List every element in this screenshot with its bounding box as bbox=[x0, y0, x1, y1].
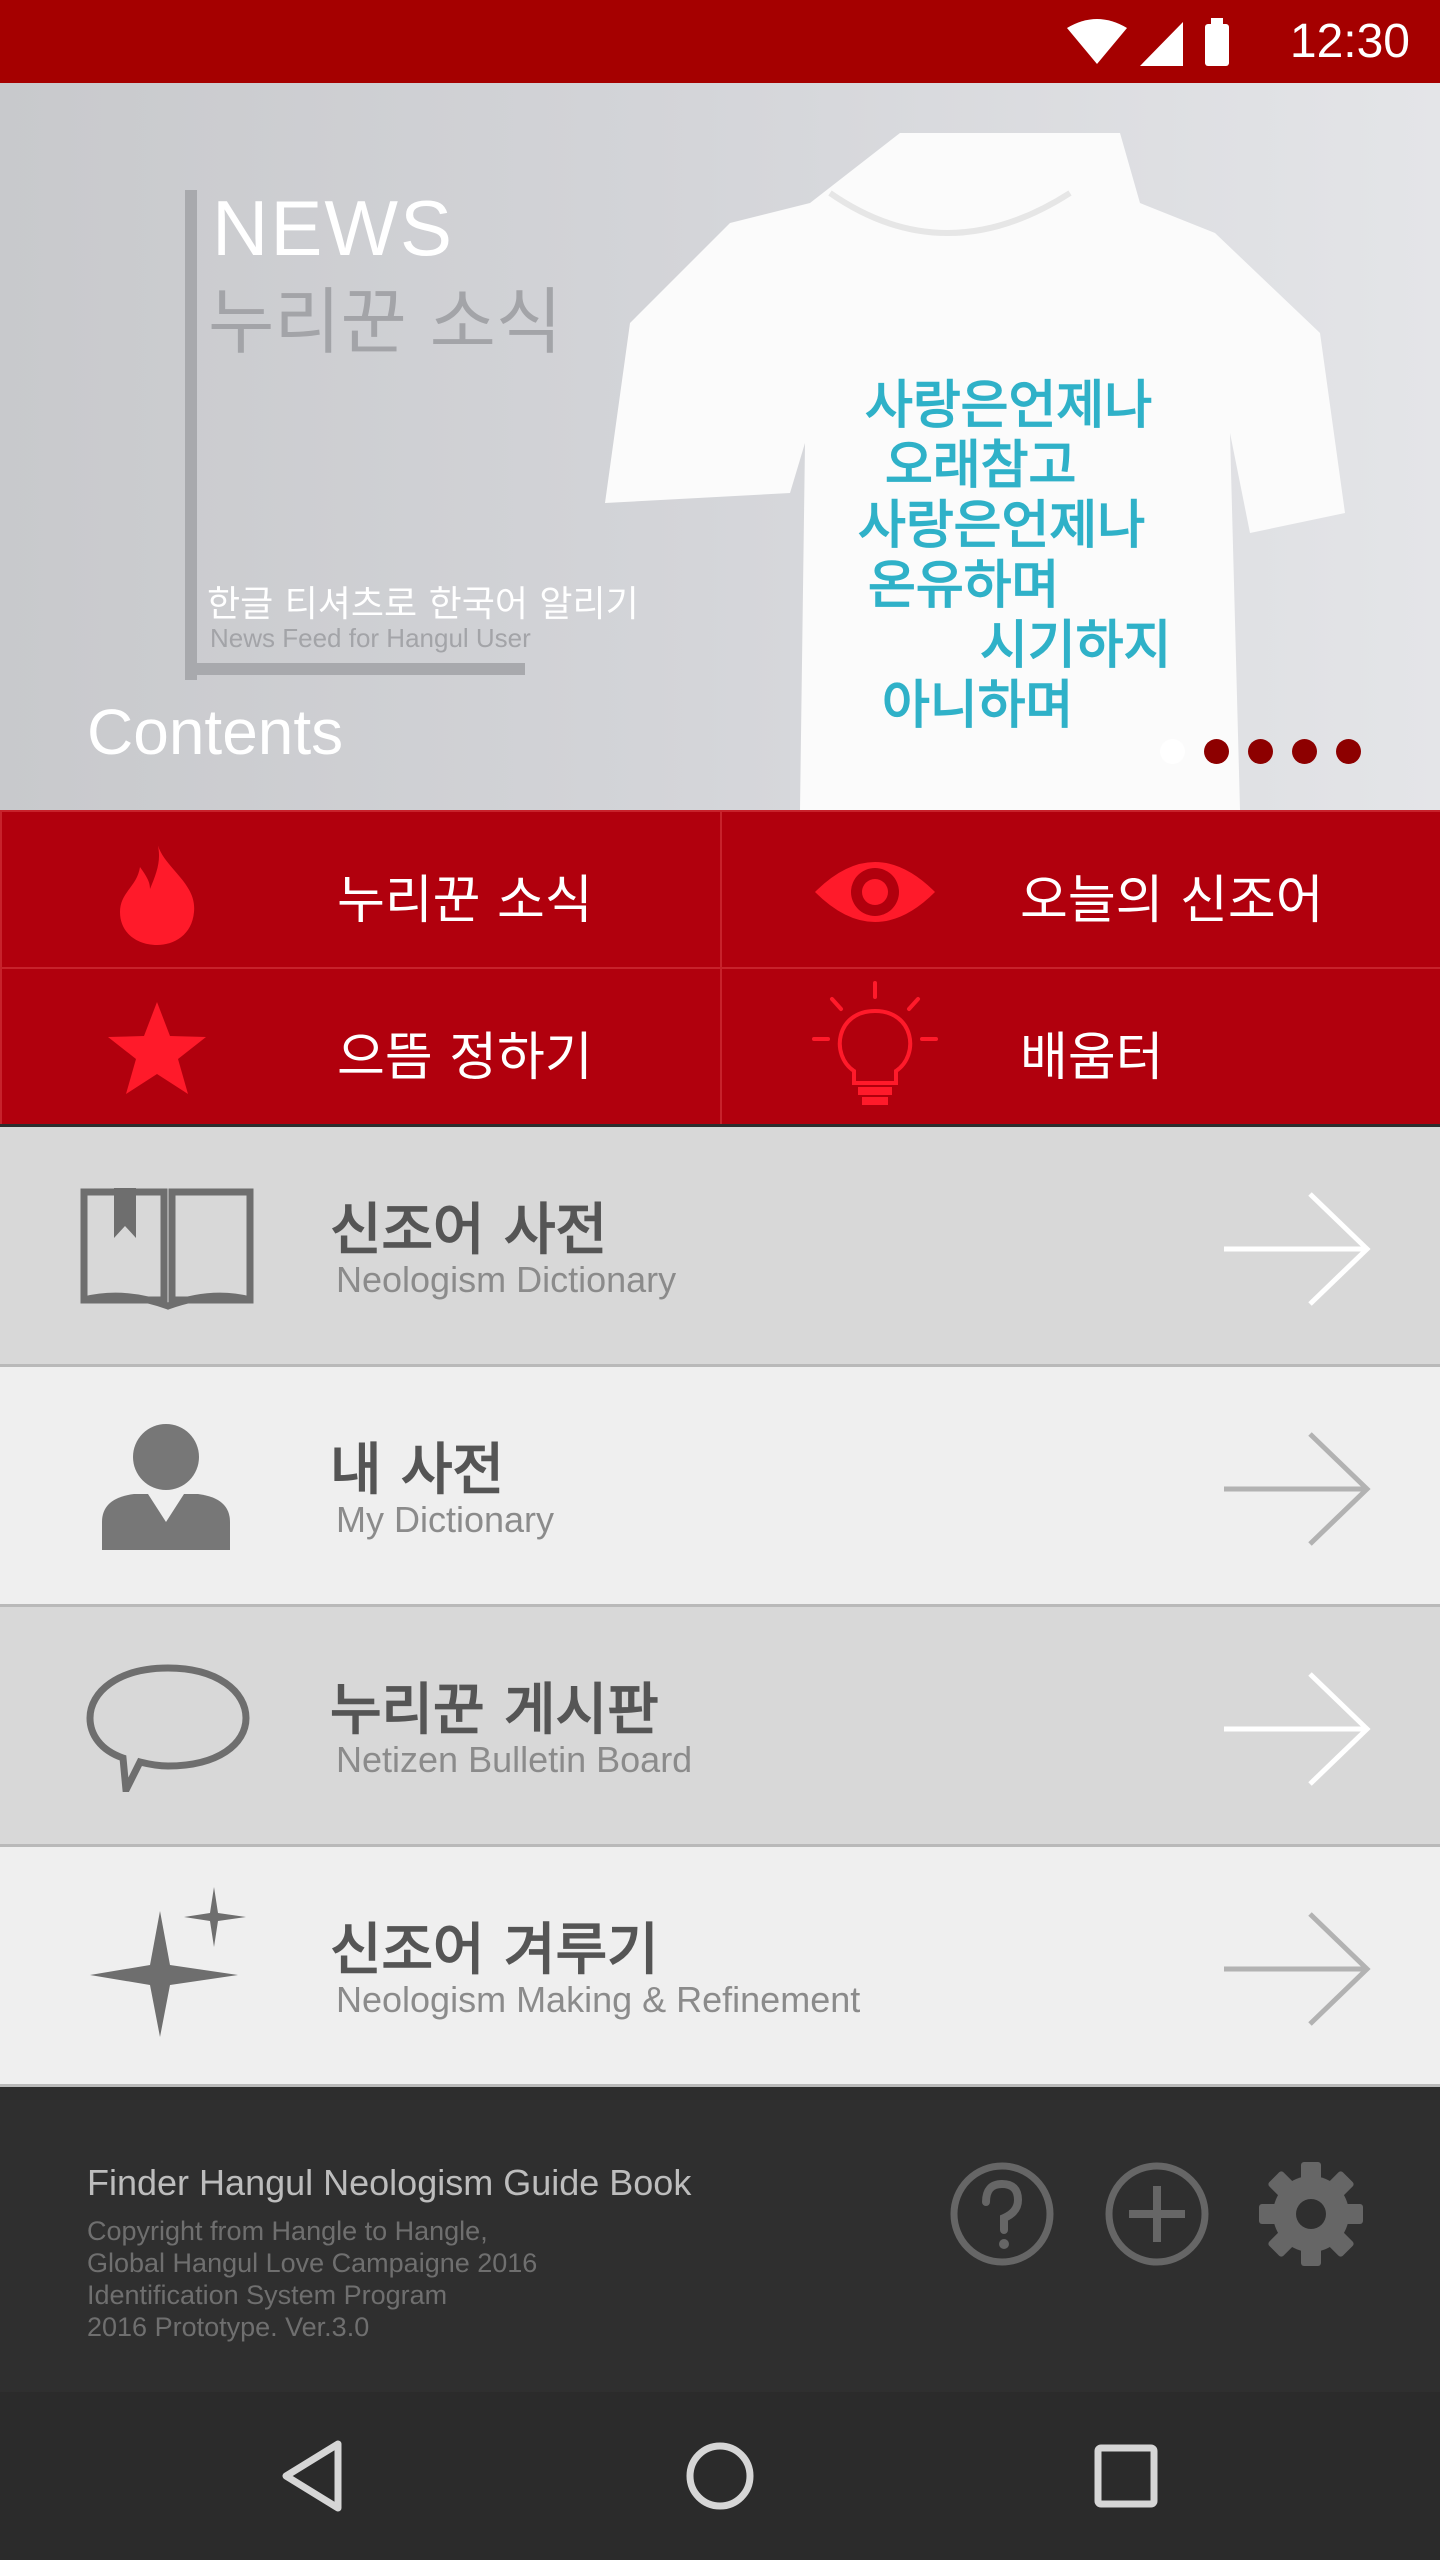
shirt-line-4: 온유하며 bbox=[868, 556, 1059, 616]
recents-icon[interactable] bbox=[1084, 2434, 1168, 2518]
list-item-title: 신조어 겨루기 bbox=[330, 1918, 659, 1983]
footer-copyright-line: Global Hangul Love Campaigne 2016 bbox=[87, 2248, 538, 2278]
arrow-right-icon[interactable] bbox=[1222, 1672, 1372, 1787]
banner-bracket-vertical bbox=[185, 190, 197, 680]
tile-todays-neologism[interactable]: 오늘의 신조어 bbox=[720, 810, 1440, 967]
banner-caption-en: News Feed for Hangul User bbox=[210, 623, 531, 653]
list-item-neologism-contest[interactable]: 신조어 겨루기 Neologism Making & Refinement bbox=[0, 1847, 1440, 2087]
carousel-dot[interactable] bbox=[1292, 739, 1317, 764]
news-banner[interactable]: NEWS 누리꾼 소식 사랑은언제나 오래참고 사랑은언제나 온유하며 시기하지… bbox=[0, 83, 1440, 810]
navigation-bar bbox=[0, 2392, 1440, 2560]
battery-icon bbox=[1205, 24, 1229, 66]
sparkle-icon bbox=[90, 1887, 246, 2037]
arrow-right-icon[interactable] bbox=[1222, 1432, 1372, 1547]
banner-bracket-horizontal bbox=[185, 663, 525, 675]
status-icons bbox=[1067, 18, 1229, 66]
shirt-line-1: 사랑은언제나 bbox=[865, 376, 1152, 436]
lightbulb-icon bbox=[812, 981, 938, 1105]
list-item-title: 누리꾼 게시판 bbox=[330, 1678, 659, 1743]
list-item-neologism-dictionary[interactable]: 신조어 사전 Neologism Dictionary bbox=[0, 1127, 1440, 1367]
list-item-subtitle: Neologism Dictionary bbox=[336, 1259, 677, 1300]
banner-caption: 한글 티셔츠로 한국어 알리기 bbox=[207, 584, 639, 625]
tile-netizen-news[interactable]: 누리꾼 소식 bbox=[0, 810, 720, 967]
tshirt-photo: 사랑은언제나 오래참고 사랑은언제나 온유하며 시기하지 아니하며 bbox=[605, 133, 1345, 810]
carousel-dot[interactable] bbox=[1248, 739, 1273, 764]
footer-copyright-line: Identification System Program bbox=[87, 2280, 448, 2310]
arrow-right-icon[interactable] bbox=[1222, 1192, 1372, 1307]
contents-label: Contents bbox=[87, 696, 344, 768]
carousel-dot[interactable] bbox=[1204, 739, 1229, 764]
carousel-indicator[interactable] bbox=[1160, 739, 1361, 764]
person-icon bbox=[102, 1424, 230, 1550]
wifi-icon bbox=[1067, 19, 1127, 64]
carousel-dot[interactable] bbox=[1160, 739, 1185, 764]
settings-icon[interactable] bbox=[1257, 2160, 1365, 2268]
list-item-title: 신조어 사전 bbox=[330, 1198, 608, 1263]
tile-label: 오늘의 신조어 bbox=[1020, 871, 1324, 931]
list-item-bulletin-board[interactable]: 누리꾼 게시판 Netizen Bulletin Board bbox=[0, 1607, 1440, 1847]
tile-label: 배움터 bbox=[1020, 1028, 1164, 1088]
star-icon bbox=[108, 1002, 206, 1094]
arrow-right-icon[interactable] bbox=[1222, 1912, 1372, 2027]
home-icon[interactable] bbox=[678, 2434, 762, 2518]
footer-copyright-line: 2016 Prototype. Ver.3.0 bbox=[87, 2312, 370, 2342]
shirt-line-2: 오래참고 bbox=[885, 436, 1076, 496]
flame-icon bbox=[120, 842, 195, 945]
tile-learning[interactable]: 배움터 bbox=[720, 967, 1440, 1124]
tile-best-pick[interactable]: 으뜸 정하기 bbox=[0, 967, 720, 1124]
footer-title: Finder Hangul Neologism Guide Book bbox=[87, 2162, 692, 2203]
back-icon[interactable] bbox=[272, 2434, 356, 2518]
banner-news-title: NEWS bbox=[212, 184, 454, 272]
tile-label: 누리꾼 소식 bbox=[337, 871, 593, 931]
shirt-line-5: 시기하지 bbox=[980, 616, 1171, 676]
footer: Finder Hangul Neologism Guide Book Copyr… bbox=[0, 2100, 1440, 2392]
carousel-dot[interactable] bbox=[1336, 739, 1361, 764]
list-item-subtitle: Netizen Bulletin Board bbox=[336, 1739, 693, 1780]
list-item-subtitle: My Dictionary bbox=[336, 1499, 555, 1540]
add-icon[interactable] bbox=[1103, 2160, 1211, 2268]
status-bar: 12:30 bbox=[0, 0, 1440, 83]
speech-bubble-icon bbox=[86, 1664, 250, 1792]
list-item-subtitle: Neologism Making & Refinement bbox=[336, 1979, 861, 2020]
help-icon[interactable] bbox=[948, 2160, 1056, 2268]
signal-icon bbox=[1140, 22, 1183, 66]
eye-icon bbox=[815, 862, 935, 922]
shirt-line-6: 아니하며 bbox=[882, 676, 1073, 736]
status-time: 12:30 bbox=[1289, 15, 1410, 68]
shirt-line-3: 사랑은언제나 bbox=[858, 496, 1145, 556]
footer-copyright-line: Copyright from Hangle to Hangle, bbox=[87, 2216, 488, 2246]
list-item-title: 내 사전 bbox=[330, 1438, 505, 1503]
book-icon bbox=[80, 1188, 254, 1310]
banner-news-subtitle: 누리꾼 소식 bbox=[208, 280, 563, 364]
list-item-my-dictionary[interactable]: 내 사전 My Dictionary bbox=[0, 1367, 1440, 1607]
tile-label: 으뜸 정하기 bbox=[337, 1028, 593, 1088]
